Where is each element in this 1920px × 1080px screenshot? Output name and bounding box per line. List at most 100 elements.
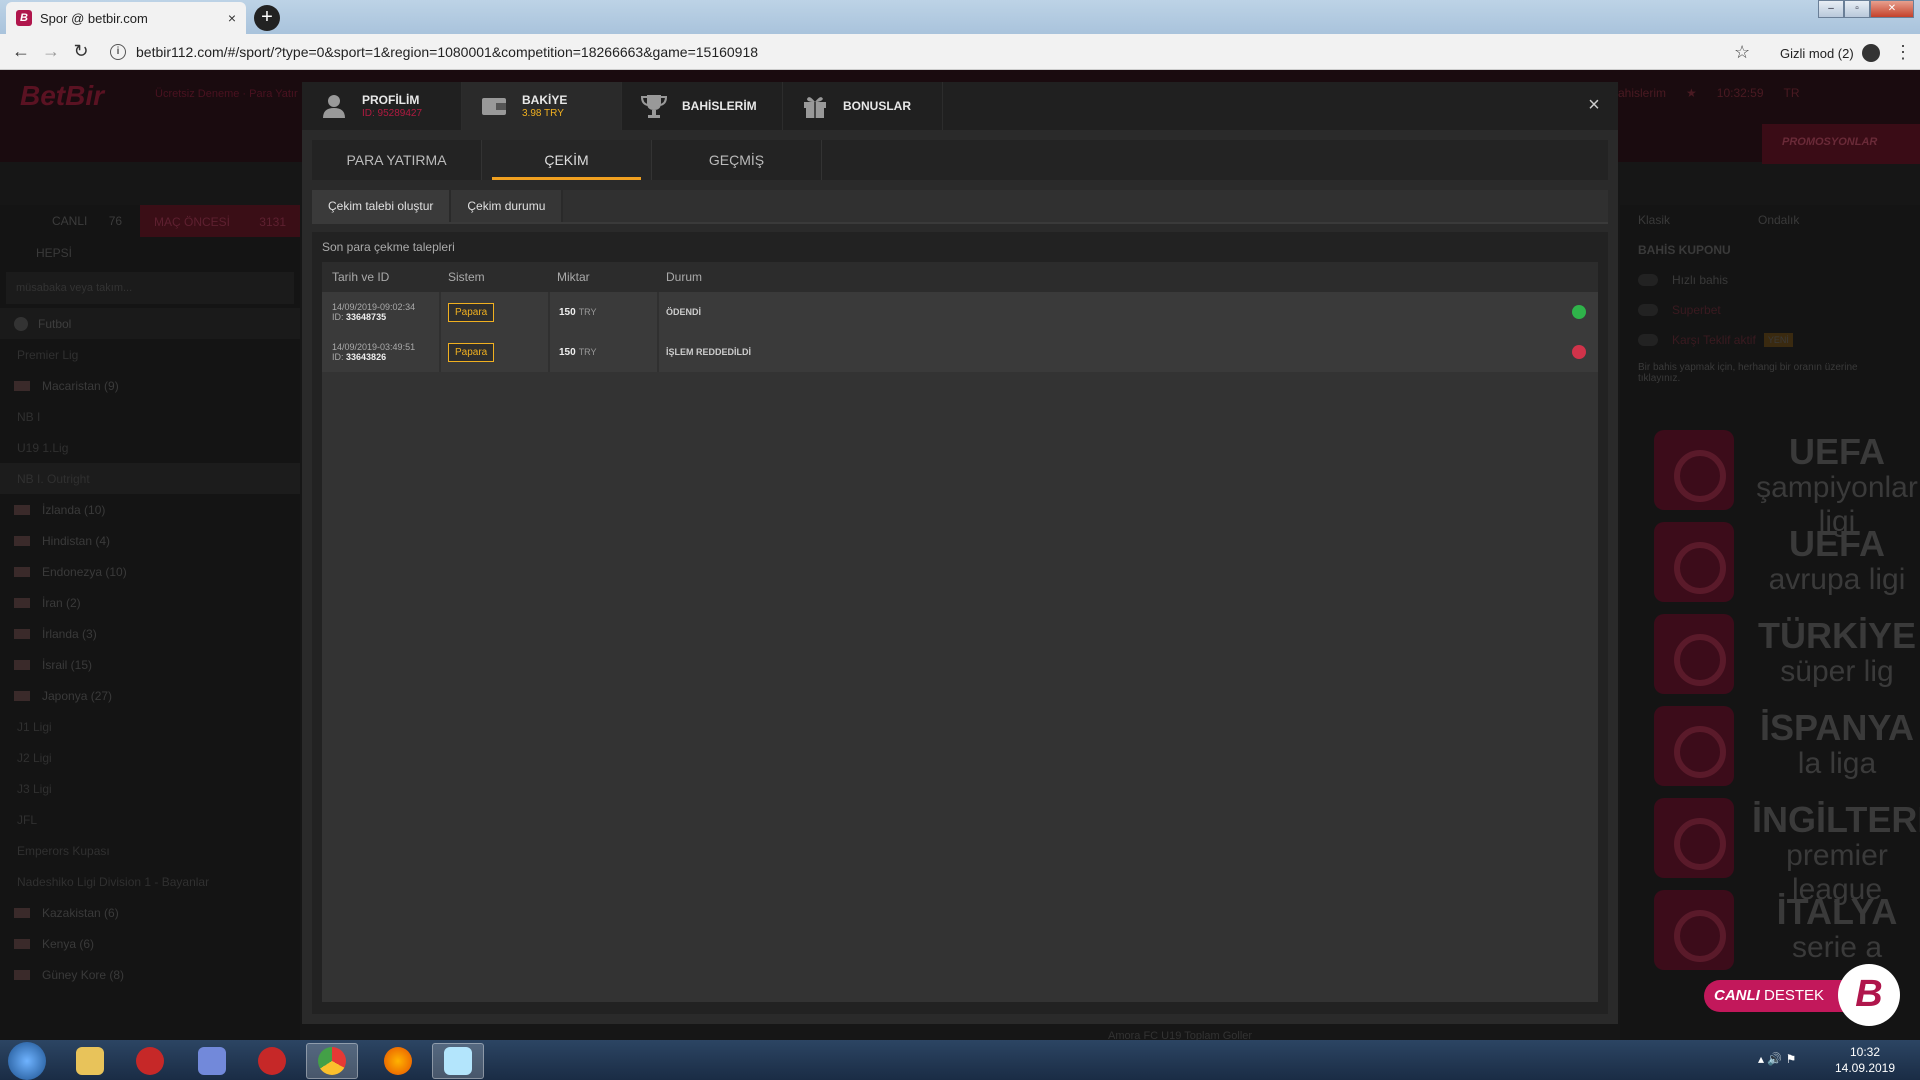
site-logo[interactable]: BetBir	[20, 80, 104, 112]
maximize-button[interactable]: ▫	[1844, 0, 1870, 18]
create-withdraw-request-button[interactable]: Çekim talebi oluştur	[312, 190, 452, 222]
tab-live[interactable]: CANLI 76	[0, 214, 140, 228]
league-banner[interactable]: UEFA avrupa ligi	[1634, 517, 1920, 607]
header-right: Bahislerim ★ 10:32:59 TR	[1610, 86, 1800, 100]
modal-close-icon[interactable]: ×	[1584, 95, 1604, 116]
league-item[interactable]: Premier Lig	[0, 339, 300, 370]
league-item[interactable]: J2 Ligi	[0, 742, 300, 773]
counter-offer-toggle[interactable]: Karşı Teklif aktif YENİ	[1620, 325, 1920, 355]
row-id: ID: 33643826	[332, 352, 386, 362]
explorer-icon[interactable]	[64, 1043, 116, 1079]
reload-icon[interactable]: ↻	[66, 41, 96, 62]
tab-my-bets[interactable]: BAHİSLERİM	[622, 82, 783, 130]
live-support-button[interactable]: CANLI DESTEK B	[1704, 964, 1900, 1026]
league-item[interactable]: Emperors Kupası	[0, 835, 300, 866]
favorites-star-icon[interactable]: ★	[1686, 86, 1697, 100]
filter-all[interactable]: HEPSİ	[0, 237, 300, 268]
league-banner[interactable]: İNGİLTEREpremier league	[1634, 793, 1920, 906]
league-item[interactable]: NB I	[0, 401, 300, 432]
league-item[interactable]: JFL	[0, 804, 300, 835]
betslip-title: BAHİS KUPONU	[1638, 243, 1731, 257]
tab-profile-label: PROFİLİM	[362, 93, 420, 107]
league-banner[interactable]: İSPANYA la liga	[1634, 701, 1920, 791]
address-bar[interactable]: i betbir112.com/#/sport/?type=0&sport=1&…	[110, 38, 1740, 66]
league-logo-icon	[1654, 706, 1734, 786]
new-tab-button[interactable]: +	[254, 5, 280, 31]
league-banner[interactable]: İTALYA serie a	[1634, 885, 1920, 975]
tab-profile[interactable]: PROFİLİM ID: 95289427	[302, 82, 462, 130]
country-item[interactable]: Macaristan (9)	[0, 370, 300, 401]
notepad-icon[interactable]	[432, 1043, 484, 1079]
country-item[interactable]: Endonezya (10)	[0, 556, 300, 587]
tab-prematch-count: 3131	[259, 215, 286, 229]
site-info-icon[interactable]: i	[110, 44, 126, 60]
list-item-label: Japonya (27)	[42, 688, 113, 703]
league-banner[interactable]: UEFA şampiyonlar ligi	[1634, 425, 1920, 538]
football-icon	[14, 316, 28, 331]
quick-bet-toggle[interactable]: Hızlı bahis	[1620, 265, 1920, 295]
app-icon[interactable]	[124, 1043, 176, 1079]
browser-tab[interactable]: B Spor @ betbir.com ×	[6, 2, 246, 34]
withdraw-status-button[interactable]: Çekim durumu	[451, 190, 564, 222]
league-subtitle: avrupa ligi	[1768, 563, 1906, 596]
tab-bonuses-label: BONUSLAR	[843, 99, 911, 113]
tab-deposit[interactable]: PARA YATIRMA	[312, 140, 482, 180]
tab-balance-label: BAKİYE	[522, 93, 568, 107]
left-sports-panel: CANLI 76 MAÇ ÖNCESİ 3131 HEPSİ müsabaka …	[0, 205, 300, 1040]
table-header: Tarih ve ID Sistem Miktar Durum	[322, 262, 1598, 292]
tab-prematch-label: MAÇ ÖNCESİ	[154, 215, 231, 229]
chrome-icon[interactable]	[306, 1043, 358, 1079]
country-item[interactable]: İsrail (15)	[0, 649, 300, 680]
country-item[interactable]: İrlanda (3)	[0, 618, 300, 649]
league-banner[interactable]: TÜRKİYE süper lig	[1634, 609, 1920, 699]
taskbar-clock[interactable]: 10:32 14.09.2019	[1820, 1044, 1910, 1076]
odds-format-select[interactable]: Ondalık	[1758, 213, 1799, 227]
tab-prematch[interactable]: MAÇ ÖNCESİ 3131	[140, 205, 300, 237]
tab-close-icon[interactable]: ×	[228, 10, 236, 26]
tab-profile-id: ID: 95289427	[362, 108, 423, 119]
header-links[interactable]: Ücretsiz Deneme · Para Yatır	[155, 88, 298, 100]
header-bets-link[interactable]: Bahislerim	[1610, 86, 1666, 100]
list-item-label: U19 1.Lig	[17, 440, 69, 455]
tab-bonuses[interactable]: BONUSLAR	[783, 82, 943, 130]
language-select[interactable]: TR	[1784, 86, 1800, 100]
tab-withdraw[interactable]: ÇEKİM	[482, 140, 652, 180]
country-item[interactable]: Güney Kore (8)	[0, 959, 300, 990]
minimize-button[interactable]: –	[1818, 0, 1844, 18]
odds-style-select[interactable]: Klasik	[1638, 213, 1758, 227]
country-item[interactable]: Japonya (27)	[0, 680, 300, 711]
tab-history[interactable]: GEÇMİŞ	[652, 140, 822, 180]
system-tray-icons[interactable]: ▴ 🔊 ⚑	[1758, 1052, 1796, 1066]
forward-arrow-icon[interactable]: →	[36, 41, 66, 62]
url-text: betbir112.com/#/sport/?type=0&sport=1&re…	[136, 44, 759, 60]
app-icon[interactable]	[246, 1043, 298, 1079]
bookmark-star-icon[interactable]: ☆	[1734, 42, 1750, 63]
league-item[interactable]: NB I. Outright	[0, 463, 300, 494]
tab-balance[interactable]: BAKİYE 3.98 TRY	[462, 82, 622, 130]
browser-menu-icon[interactable]: ⋮	[1894, 42, 1912, 63]
league-item[interactable]: J1 Ligi	[0, 711, 300, 742]
discord-icon[interactable]	[186, 1043, 238, 1079]
league-item[interactable]: J3 Ligi	[0, 773, 300, 804]
flag-icon	[14, 969, 30, 980]
country-item[interactable]: Hindistan (4)	[0, 525, 300, 556]
country-item[interactable]: İzlanda (10)	[0, 494, 300, 525]
country-item[interactable]: Kazakistan (6)	[0, 897, 300, 928]
country-item[interactable]: Kenya (6)	[0, 928, 300, 959]
league-item[interactable]: U19 1.Lig	[0, 432, 300, 463]
league-logo-icon	[1654, 614, 1734, 694]
country-item[interactable]: İran (2)	[0, 587, 300, 618]
superbet-toggle[interactable]: Superbet	[1620, 295, 1920, 325]
back-arrow-icon[interactable]: ←	[6, 41, 36, 62]
firefox-icon[interactable]	[372, 1043, 424, 1079]
promotions-button[interactable]: PROMOSYONLAR	[1762, 124, 1920, 164]
league-item[interactable]: Nadeshiko Ligi Division 1 - Bayanlar	[0, 866, 300, 897]
league-subtitle: serie a	[1791, 931, 1883, 964]
sport-football[interactable]: Futbol	[0, 308, 300, 339]
window-close-button[interactable]: ✕	[1870, 0, 1914, 18]
list-item-label: İran (2)	[42, 595, 81, 610]
sports-search-input[interactable]: müsabaka veya takım...	[6, 272, 294, 304]
start-menu-icon[interactable]	[8, 1042, 46, 1080]
row-id-label: ID:	[332, 312, 344, 322]
incognito-indicator[interactable]: Gizli mod (2)	[1780, 44, 1880, 62]
